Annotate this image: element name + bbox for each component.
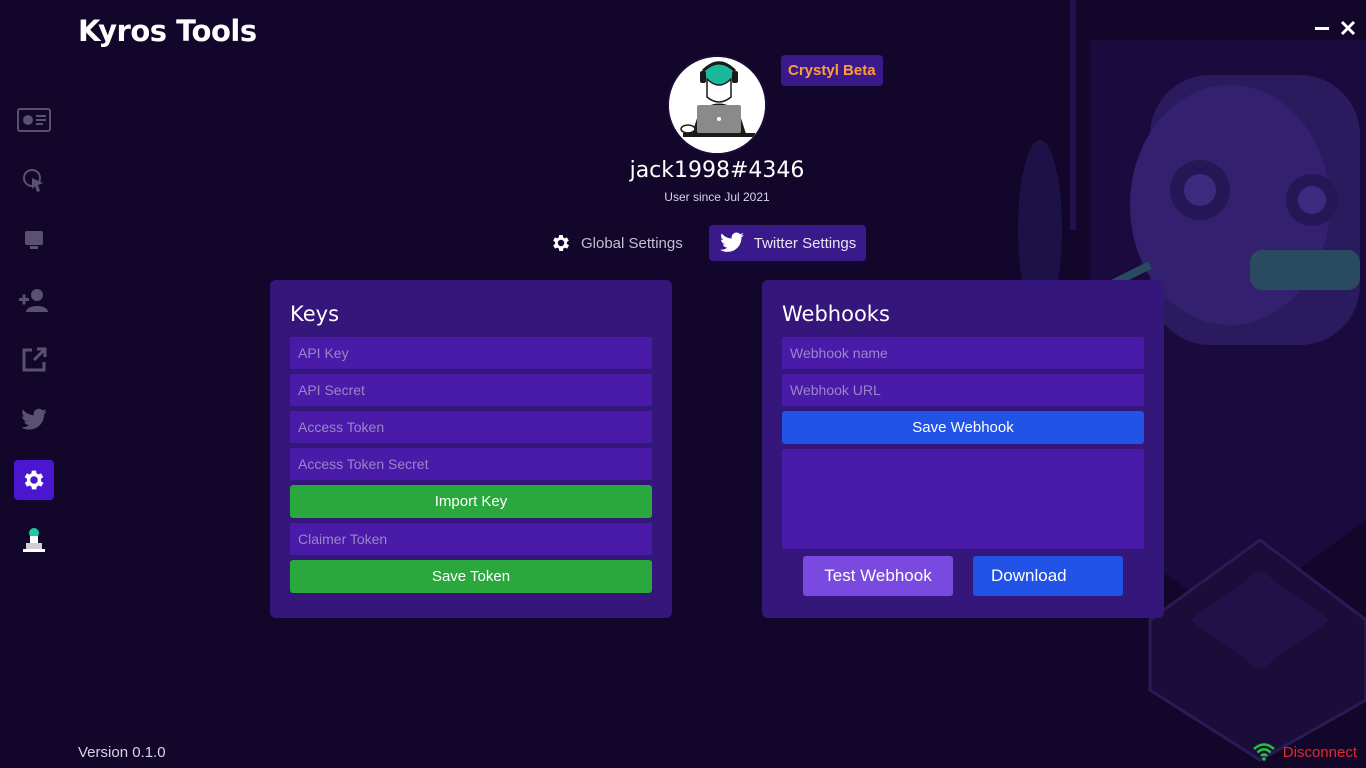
sidebar-item-dashboard[interactable] <box>14 100 54 140</box>
tab-label: Twitter Settings <box>753 234 857 252</box>
webhook-name-input[interactable] <box>782 337 1144 369</box>
claimer-token-input[interactable] <box>290 523 652 555</box>
add-user-icon <box>19 289 48 312</box>
webhooks-panel-title: Webhooks <box>782 302 890 326</box>
gear-icon <box>24 470 44 490</box>
disconnect-label: Disconnect <box>1282 743 1357 761</box>
api-key-input[interactable] <box>290 337 652 369</box>
keys-panel: Keys Import Key Save Token <box>270 280 672 618</box>
sidebar-item-monitor[interactable] <box>14 220 54 260</box>
app-title: Kyros Tools <box>78 14 257 48</box>
hacker-avatar-icon <box>669 57 765 153</box>
keys-panel-title: Keys <box>290 302 340 326</box>
settings-tabs: Global Settings Twitter Settings <box>540 225 867 261</box>
close-icon[interactable] <box>1340 20 1356 36</box>
app-version: Version 0.1.0 <box>78 744 166 761</box>
tab-global-settings[interactable]: Global Settings <box>540 225 693 261</box>
monitor-icon <box>25 231 43 249</box>
window-controls <box>1314 20 1356 36</box>
download-button[interactable]: Download <box>973 556 1123 596</box>
beta-badge: Crystyl Beta <box>781 55 883 86</box>
test-webhook-button[interactable]: Test Webhook <box>803 556 953 596</box>
tab-label: Global Settings <box>581 234 683 252</box>
webhook-url-input[interactable] <box>782 374 1144 406</box>
disconnect-button[interactable]: Disconnect <box>1252 743 1357 761</box>
username: jack1998#4346 <box>629 158 805 183</box>
access-token-input[interactable] <box>290 411 652 443</box>
minimize-icon[interactable] <box>1314 20 1330 36</box>
external-link-icon <box>22 347 47 372</box>
access-token-secret-input[interactable] <box>290 448 652 480</box>
sidebar-item-profile[interactable] <box>14 520 54 560</box>
user-since: User since Jul 2021 <box>664 190 770 204</box>
user-avatar-icon <box>23 528 45 552</box>
sidebar-item-settings[interactable] <box>14 460 54 500</box>
wifi-icon <box>1252 743 1275 761</box>
import-key-button[interactable]: Import Key <box>290 485 652 518</box>
gear-icon <box>553 235 569 251</box>
save-webhook-button[interactable]: Save Webhook <box>782 411 1144 444</box>
webhook-output-textarea[interactable] <box>782 449 1144 549</box>
sidebar-item-twitter[interactable] <box>14 400 54 440</box>
webhooks-panel: Webhooks Save Webhook Test Webhook Downl… <box>762 280 1164 618</box>
api-secret-input[interactable] <box>290 374 652 406</box>
twitter-icon <box>21 408 47 430</box>
profile-avatar <box>667 55 767 155</box>
sidebar-item-add-user[interactable] <box>14 280 54 320</box>
dashboard-icon <box>17 108 51 132</box>
save-token-button[interactable]: Save Token <box>290 560 652 593</box>
sidebar-item-external-link[interactable] <box>14 340 54 380</box>
twitter-icon <box>719 232 744 252</box>
tab-twitter-settings[interactable]: Twitter Settings <box>708 225 867 261</box>
